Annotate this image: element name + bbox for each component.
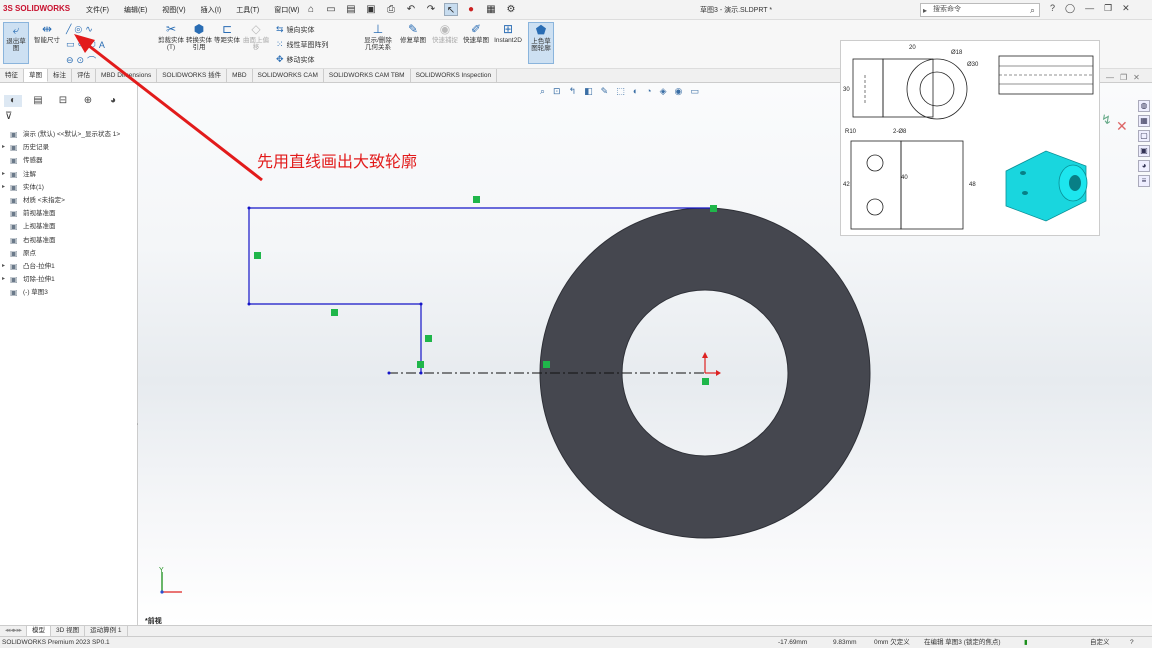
- units-selector[interactable]: 自定义: [1090, 637, 1110, 648]
- top-view-hole: [866, 198, 884, 216]
- triad-y-label: Y: [159, 567, 164, 574]
- tab-model[interactable]: 模型: [27, 626, 51, 636]
- front-view-right-block: [882, 58, 934, 118]
- coincident-relation-icon[interactable]: [417, 361, 424, 368]
- horizontal-relation-icon[interactable]: [543, 361, 550, 368]
- sketch-point[interactable]: [247, 302, 251, 306]
- dim-label: Ø30: [967, 62, 979, 68]
- horizontal-relation-icon[interactable]: [473, 196, 480, 203]
- cursor-y: 9.83mm: [833, 639, 857, 646]
- dim-label: Ø18: [951, 50, 963, 56]
- tab-motion-study[interactable]: 运动算例 1: [85, 626, 128, 636]
- cursor-x: -17.69mm: [778, 639, 808, 646]
- vertical-relation-icon[interactable]: [425, 335, 432, 342]
- annotation-text: 先用直线画出大致轮廓: [257, 152, 418, 171]
- tab-3d-views[interactable]: 3D 视图: [51, 626, 86, 636]
- front-view-left-block: [852, 58, 884, 118]
- dim-label: 42: [843, 182, 850, 188]
- sketch-state: 0mm 欠定义: [874, 639, 910, 646]
- dim-label: 20: [909, 45, 916, 51]
- top-view-left: [850, 140, 902, 230]
- status-help-icon[interactable]: ?: [1130, 637, 1134, 648]
- sketch-point[interactable]: [419, 302, 423, 306]
- annotation-arrow: [83, 40, 263, 182]
- reference-triad: Y: [159, 567, 182, 594]
- product-version: SOLIDWORKS Premium 2023 SP0.1: [2, 639, 110, 646]
- dim-label: 48: [969, 182, 976, 188]
- origin-x-arrowhead: [716, 370, 721, 376]
- origin-y-arrowhead: [702, 352, 708, 358]
- front-view-inner-circle: [919, 71, 955, 107]
- sketch-point[interactable]: [387, 371, 391, 375]
- reference-drawing-svg: 20 Ø18 Ø30 30 R10 2-Ø8 40 42 48: [843, 45, 1094, 230]
- rebuild-indicator-icon[interactable]: ▮: [1024, 637, 1028, 648]
- origin-relation-icon[interactable]: [702, 378, 709, 385]
- annotation-arrowhead: [74, 34, 95, 53]
- iso-small-hole: [1022, 191, 1028, 195]
- iso-small-hole: [1020, 171, 1026, 175]
- dim-label: 2-Ø8: [893, 129, 907, 135]
- coincident-relation-icon[interactable]: [710, 205, 717, 212]
- sketch-point[interactable]: [247, 206, 251, 210]
- editing-status: 在编辑 草图3 (锁定的焦点): [924, 639, 1001, 646]
- tab-scroll-arrows[interactable]: ◂◂ ◂ ▸ ▸▸: [0, 626, 27, 636]
- sketch-point[interactable]: [419, 371, 423, 375]
- bottom-tabs: ◂◂ ◂ ▸ ▸▸ 模型 3D 视图 运动算例 1: [0, 625, 1152, 636]
- top-view-right: [900, 140, 964, 230]
- status-bar: SOLIDWORKS Premium 2023 SP0.1 -17.69mm 9…: [0, 636, 1152, 648]
- front-view-outer-circle: [906, 58, 968, 120]
- iso-hole: [1069, 175, 1081, 191]
- dim-label: 30: [843, 87, 850, 93]
- vertical-relation-icon[interactable]: [254, 252, 261, 259]
- top-view-hole: [866, 154, 884, 172]
- reference-drawing-image: 20 Ø18 Ø30 30 R10 2-Ø8 40 42 48: [840, 40, 1100, 236]
- triad-z-axis: [160, 590, 164, 594]
- horizontal-relation-icon[interactable]: [331, 309, 338, 316]
- dim-label: 40: [901, 175, 908, 181]
- dim-label: R10: [845, 129, 857, 135]
